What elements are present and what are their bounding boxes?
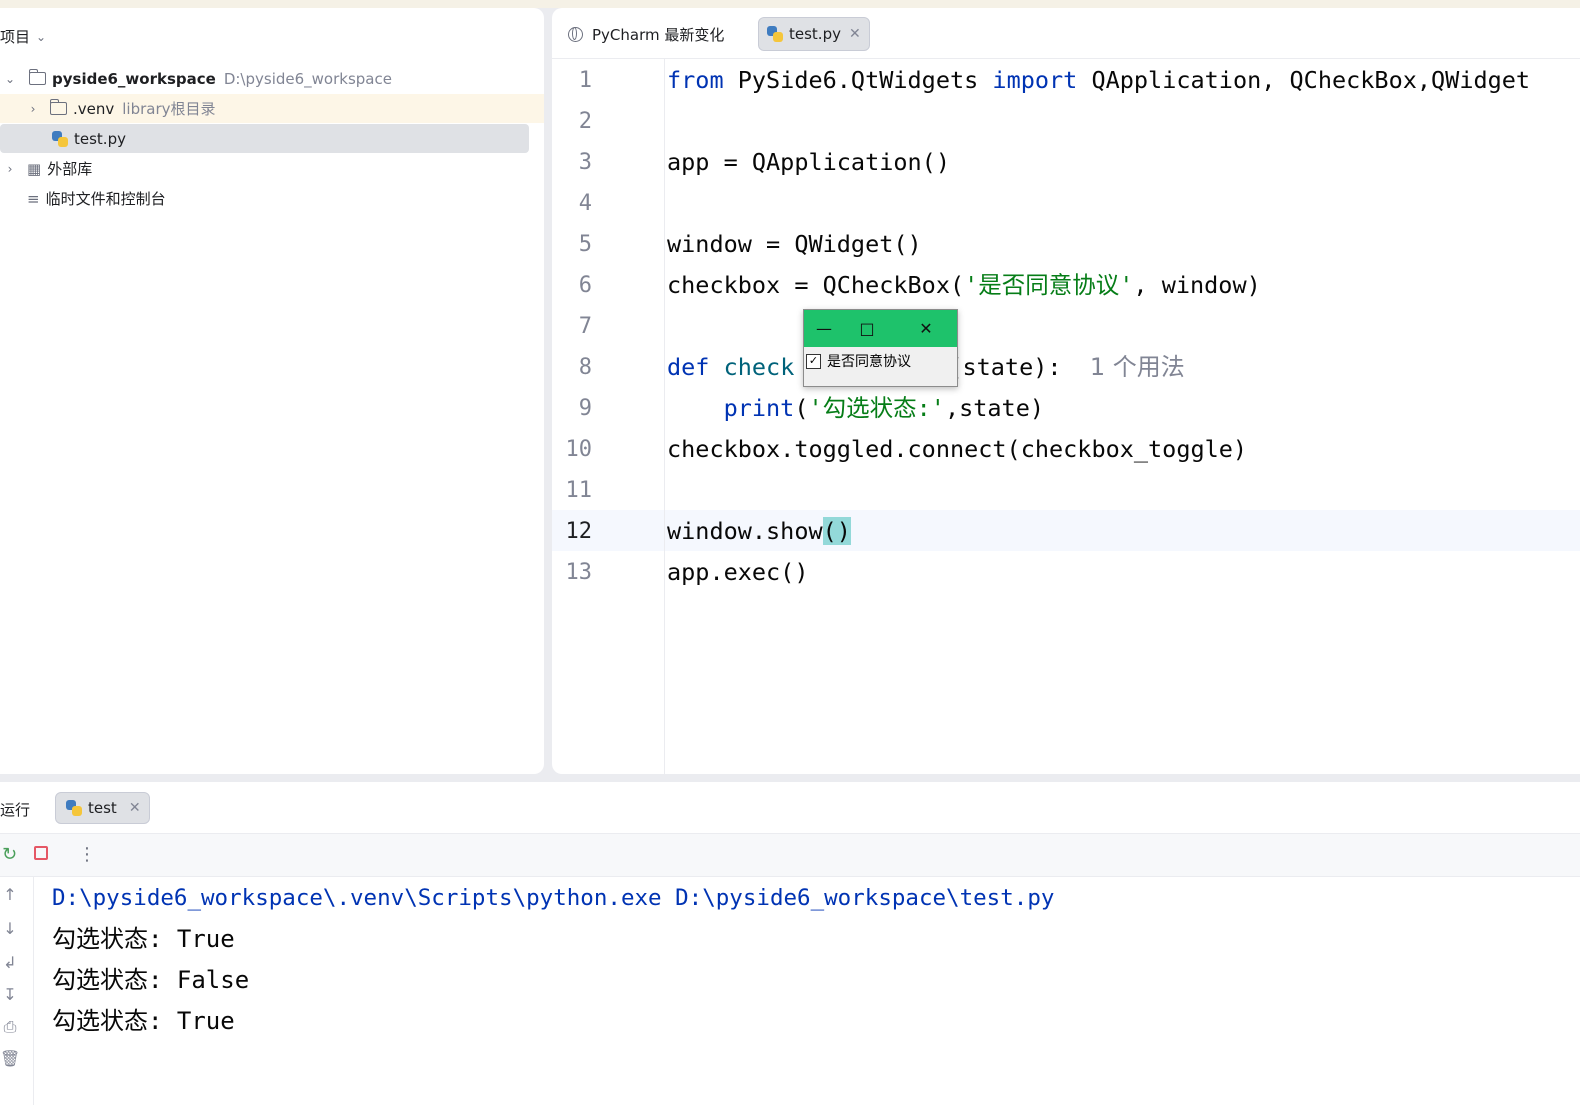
line-number-current: 12: [565, 519, 593, 544]
trash-icon[interactable]: 🗑: [0, 1049, 20, 1068]
tree-item-root[interactable]: ⌄ pyside6_workspace D:\pyside6_workspace: [0, 64, 544, 93]
maximize-icon[interactable]: □: [847, 310, 887, 347]
project-panel: 项目 ⌄ ⌄ pyside6_workspace D:\pyside6_work…: [0, 8, 544, 774]
console-output-line[interactable]: 勾选状态: True: [52, 1001, 235, 1042]
library-icon: ▦: [27, 159, 42, 178]
project-panel-title[interactable]: 项目 ⌄: [0, 26, 46, 47]
arrow-up-icon[interactable]: ↑: [0, 885, 20, 904]
code-line-6[interactable]: checkbox = QCheckBox('是否同意协议', window): [667, 265, 1261, 306]
editor-panel: PyCharm 最新变化 test.py ✕ 1 2 3 4 5 6 7 8 9…: [552, 8, 1580, 774]
qt-titlebar[interactable]: — □ ✕: [804, 310, 957, 347]
tab-test-py[interactable]: test.py ✕: [758, 17, 870, 51]
chevron-right-icon[interactable]: ›: [26, 102, 40, 116]
venv-note: library根目录: [122, 100, 216, 118]
code-line-1[interactable]: from PySide6.QtWidgets import QApplicati…: [667, 60, 1530, 101]
line-number: 8: [578, 355, 592, 380]
top-strip: [0, 0, 1580, 8]
line-number: 4: [578, 191, 592, 216]
line-number: 9: [578, 396, 592, 421]
close-icon[interactable]: ✕: [849, 26, 861, 42]
agree-checkbox-label: 是否同意协议: [827, 354, 911, 370]
line-number: 6: [578, 273, 592, 298]
chevron-right-icon[interactable]: ›: [3, 162, 17, 176]
gutter-divider: [664, 58, 665, 774]
python-icon: [767, 26, 783, 42]
code-line-5[interactable]: window = QWidget(): [667, 224, 922, 265]
close-icon[interactable]: ✕: [129, 800, 141, 816]
folder-icon: [49, 99, 67, 115]
print-icon[interactable]: ⎙: [0, 1017, 20, 1037]
code-line-12[interactable]: window.show(): [667, 511, 851, 552]
console-output-line[interactable]: 勾选状态: False: [52, 960, 249, 1001]
tree-item-scratches[interactable]: ≡ 临时文件和控制台: [0, 184, 544, 213]
line-number: 10: [565, 437, 593, 462]
line-number: 2: [578, 109, 592, 134]
run-toolbar: ↻ ⋮: [0, 834, 1580, 877]
run-label: 运行: [0, 801, 31, 819]
tree-item-test-py[interactable]: test.py: [0, 124, 529, 153]
checkmark-icon[interactable]: ✓: [806, 353, 821, 369]
python-icon: [66, 800, 82, 816]
agree-checkbox[interactable]: ✓ 是否同意协议: [806, 351, 911, 371]
console-command-line[interactable]: D:\pyside6_workspace\.venv\Scripts\pytho…: [52, 878, 1054, 919]
run-tab-bar: 运行 test ✕: [0, 782, 1580, 834]
tab-whats-new[interactable]: PyCharm 最新变化: [560, 17, 732, 51]
line-number: 7: [578, 314, 592, 339]
run-panel: 运行 test ✕ ↻ ⋮ ↑ ↓ ↲ ↧ ⎙ 🗑 D:\pyside6_wor…: [0, 782, 1580, 1105]
line-number: 5: [578, 232, 592, 257]
console-output-line[interactable]: 勾选状态: True: [52, 919, 235, 960]
globe-icon: [568, 26, 583, 42]
stop-icon[interactable]: [34, 846, 48, 860]
minimize-icon[interactable]: —: [804, 310, 844, 347]
soft-wrap-icon[interactable]: ↲: [0, 953, 20, 972]
line-number: 3: [578, 150, 592, 175]
scratches-icon: ≡: [27, 189, 40, 208]
chevron-down-icon[interactable]: ⌄: [3, 72, 17, 86]
qt-app-window[interactable]: — □ ✕ ✓ 是否同意协议: [803, 309, 958, 387]
folder-icon: [28, 69, 46, 85]
editor-tab-bar: PyCharm 最新变化 test.py ✕: [552, 8, 1580, 59]
python-icon: [52, 130, 68, 147]
scroll-to-end-icon[interactable]: ↧: [0, 985, 20, 1004]
tree-item-venv[interactable]: › .venv library根目录: [0, 94, 544, 123]
line-number: 11: [565, 478, 593, 503]
arrow-down-icon[interactable]: ↓: [0, 919, 20, 938]
code-line-3[interactable]: app = QApplication(): [667, 142, 950, 183]
rerun-icon[interactable]: ↻: [2, 844, 17, 865]
more-options-icon[interactable]: ⋮: [78, 844, 96, 865]
root-folder-name: pyside6_workspace: [52, 69, 216, 88]
file-name: test.py: [74, 129, 126, 148]
code-line-10[interactable]: checkbox.toggled.connect(checkbox_toggle…: [667, 429, 1247, 470]
close-icon[interactable]: ✕: [906, 310, 946, 347]
code-line-13[interactable]: app.exec(): [667, 552, 808, 593]
code-line-9[interactable]: print('勾选状态:',state): [667, 388, 1044, 429]
run-tab-test[interactable]: test ✕: [55, 792, 150, 824]
chevron-down-icon: ⌄: [36, 29, 47, 44]
tree-item-external-libs[interactable]: › ▦ 外部库: [0, 154, 544, 183]
line-number: 1: [578, 68, 592, 93]
brace-match-highlight: (): [822, 517, 851, 545]
venv-name: .venv: [73, 99, 115, 118]
usage-hint[interactable]: 1 个用法: [1090, 353, 1185, 381]
line-number: 13: [565, 560, 593, 585]
run-sidebar: ↑ ↓ ↲ ↧ ⎙ 🗑: [0, 877, 34, 1105]
root-folder-path: D:\pyside6_workspace: [223, 69, 392, 88]
